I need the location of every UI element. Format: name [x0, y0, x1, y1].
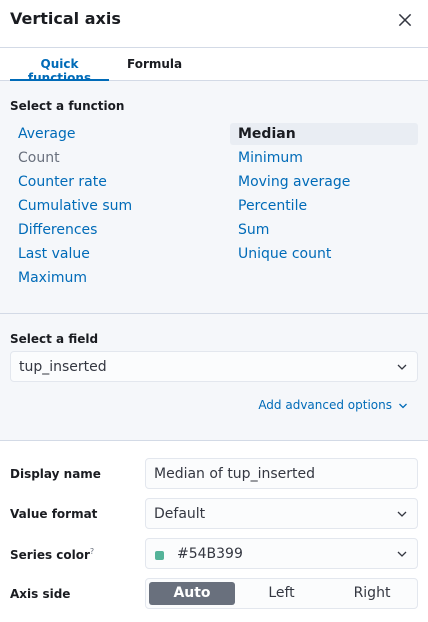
field-select[interactable]: tup_inserted [10, 351, 418, 382]
function-differences[interactable]: Differences [18, 219, 97, 241]
add-advanced-options-label: Add advanced options [258, 398, 392, 412]
function-unique-count[interactable]: Unique count [238, 243, 331, 265]
chevron-down-icon [397, 551, 407, 557]
value-format-select[interactable]: Default [145, 498, 418, 529]
axis-side-button-group: Auto Left Right [145, 578, 418, 609]
axis-side-label: Axis side [10, 587, 71, 601]
function-count[interactable]: Count [18, 147, 60, 169]
chevron-down-icon [399, 403, 407, 408]
series-color-label: Series color? [10, 547, 94, 562]
color-swatch [155, 551, 164, 560]
close-icon[interactable] [396, 11, 414, 29]
function-section: Select a function Average Count Counter … [0, 81, 428, 314]
function-minimum[interactable]: Minimum [238, 147, 303, 169]
function-moving-average[interactable]: Moving average [238, 171, 350, 193]
tab-quick-functions[interactable]: Quick functions [10, 57, 109, 85]
tab-formula[interactable]: Formula [127, 57, 182, 81]
series-color-value: #54B399 [177, 546, 243, 562]
flyout-title: Vertical axis [10, 9, 121, 28]
value-format-label: Value format [10, 507, 98, 521]
field-select-value: tup_inserted [19, 359, 107, 375]
select-field-label: Select a field [10, 332, 99, 346]
function-median[interactable]: Median [230, 123, 418, 145]
function-cumulative-sum[interactable]: Cumulative sum [18, 195, 132, 217]
function-counter-rate[interactable]: Counter rate [18, 171, 107, 193]
axis-side-auto-button[interactable]: Auto [149, 582, 235, 605]
function-maximum[interactable]: Maximum [18, 267, 87, 289]
function-sum[interactable]: Sum [238, 219, 269, 241]
axis-side-right-button[interactable]: Right [328, 582, 416, 605]
display-name-input[interactable] [145, 458, 418, 489]
field-section: Select a field tup_inserted Add advanced… [0, 314, 428, 441]
function-last-value[interactable]: Last value [18, 243, 90, 265]
function-percentile[interactable]: Percentile [238, 195, 307, 217]
function-average[interactable]: Average [18, 123, 76, 145]
tab-bar: Quick functions Formula [0, 48, 428, 85]
display-name-label: Display name [10, 467, 101, 481]
axis-side-left-button[interactable]: Left [237, 582, 326, 605]
value-format-value: Default [154, 506, 206, 522]
flyout-header: Vertical axis [0, 0, 428, 48]
series-color-label-text: Series color [10, 548, 90, 562]
chevron-down-icon [397, 364, 407, 370]
series-color-picker[interactable]: #54B399 [145, 538, 418, 569]
select-function-label: Select a function [10, 99, 125, 113]
question-circle-icon[interactable]: ? [90, 547, 94, 556]
chevron-down-icon [397, 511, 407, 517]
add-advanced-options-link[interactable]: Add advanced options [258, 398, 408, 412]
